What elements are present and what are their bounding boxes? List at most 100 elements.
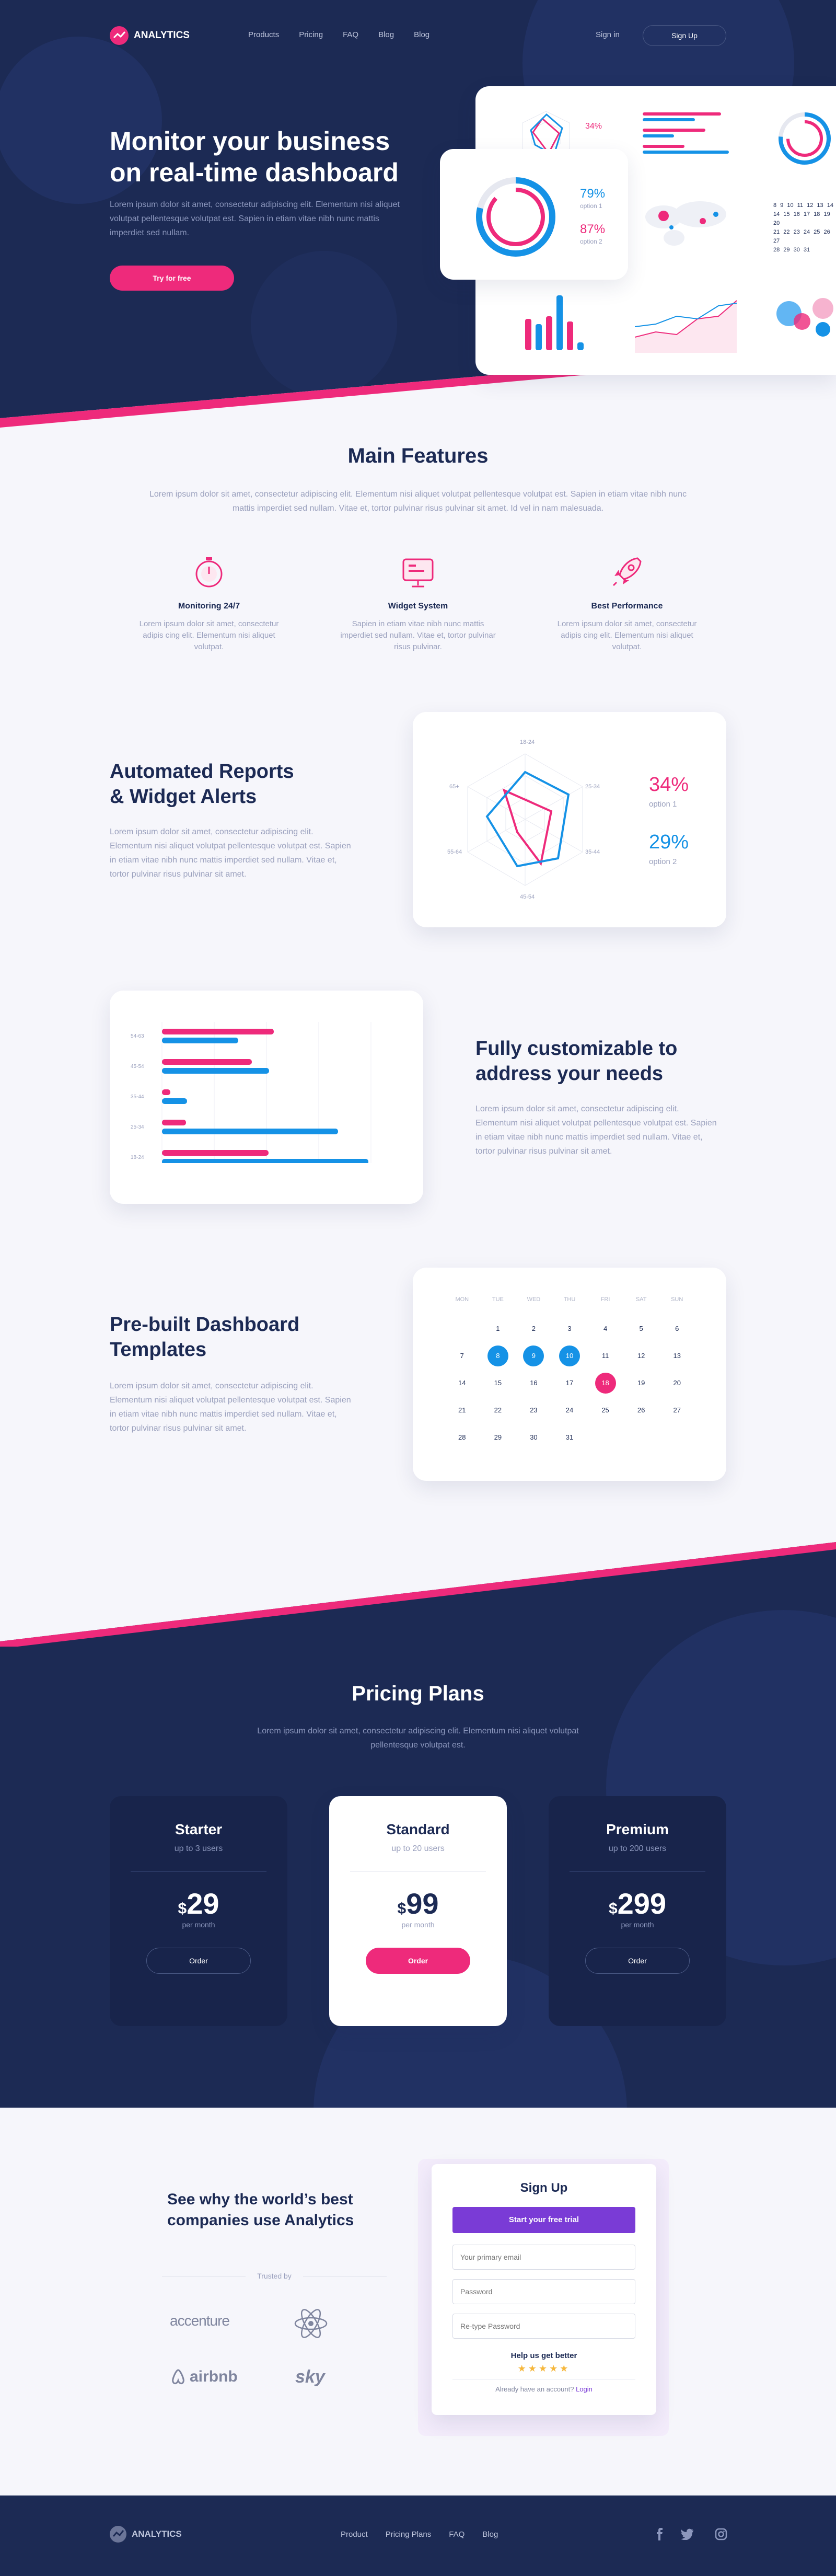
calendar-day-number: 4 [603, 1325, 608, 1332]
logo-icon [110, 26, 129, 45]
start-trial-button[interactable]: Start your free trial [452, 2207, 635, 2233]
footer-link-faq[interactable]: FAQ [449, 2530, 465, 2539]
footer: ANALYTICS Product Pricing Plans FAQ Blog [0, 2496, 836, 2576]
calendar-day[interactable]: 18 [587, 1373, 623, 1394]
password-field[interactable] [452, 2279, 635, 2304]
retype-password-field[interactable] [452, 2314, 635, 2339]
calendar-day[interactable]: 25 [587, 1400, 623, 1421]
radar-pct2: 29% [649, 831, 689, 853]
calendar-day[interactable]: 30 [516, 1427, 552, 1448]
nav-pricing[interactable]: Pricing [299, 30, 323, 39]
plan-period: per month [182, 1920, 215, 1929]
calendar-day-number: 15 [494, 1379, 502, 1387]
calendar-day-number: 17 [565, 1379, 574, 1387]
calendar-day[interactable]: 7 [444, 1346, 480, 1366]
calendar-day[interactable]: 12 [623, 1346, 659, 1366]
calendar-empty-cell [587, 1426, 623, 1450]
nav-faq[interactable]: FAQ [343, 30, 358, 39]
calendar-week-row: 7 8 9 10 11 12 13 [444, 1342, 695, 1370]
preview-donut-pct2: 87% [580, 222, 606, 236]
help-label: Help us get better [510, 2351, 577, 2360]
preview-donut-option1: option 1 [580, 202, 602, 210]
calendar-day[interactable]: 31 [552, 1427, 588, 1448]
preview-donut-card: 79% option 1 87% option 2 [440, 149, 628, 280]
footer-link-pricing[interactable]: Pricing Plans [386, 2530, 432, 2539]
signup-button[interactable]: Sign Up [643, 25, 726, 46]
nav-blog[interactable]: Blog [378, 30, 394, 39]
radar-chart-card: 18-24 25-34 35-44 45-54 55-64 65+ 34% op… [413, 712, 726, 927]
preview-line-chart [635, 300, 737, 353]
horizontal-bar-chart: 54-63 45-54 35-44 25-34 18-24 [131, 1022, 371, 1163]
calendar-day[interactable]: 16 [516, 1373, 552, 1394]
order-button[interactable]: Order [366, 1948, 470, 1974]
weekday-label: THU [563, 1296, 576, 1303]
calendar-day-number: 3 [567, 1325, 572, 1332]
signin-link[interactable]: Sign in [596, 30, 620, 40]
footer-logo[interactable]: ANALYTICS [110, 2526, 182, 2543]
calendar-day[interactable]: 29 [480, 1427, 516, 1448]
custom-title: Fully customizable to address your needs [475, 1036, 677, 1086]
social-title-line2: companies use Analytics [167, 2212, 354, 2229]
calendar-day-number: 5 [639, 1325, 643, 1332]
calendar-day[interactable]: 1 [480, 1318, 516, 1339]
calendar-day-number: 11 [601, 1352, 609, 1360]
calendar-day-number [595, 1426, 616, 1447]
calendar-day[interactable]: 15 [480, 1373, 516, 1394]
login-link[interactable]: Login [576, 2385, 593, 2393]
calendar-day[interactable]: 20 [659, 1373, 695, 1394]
reports-text: Lorem ipsum dolor sit amet, consectetur … [110, 827, 351, 879]
calendar-day[interactable]: 13 [659, 1346, 695, 1366]
calendar-day-number: 6 [675, 1325, 679, 1332]
footer-link-blog[interactable]: Blog [482, 2530, 498, 2539]
plan-amount: 299 [617, 1887, 667, 1920]
calendar-day[interactable]: 21 [444, 1400, 480, 1421]
calendar-day[interactable]: 14 [444, 1373, 480, 1394]
calendar-day[interactable]: 11 [587, 1346, 623, 1366]
calendar-day[interactable]: 10 [552, 1346, 588, 1366]
reports-title-line2: & Widget Alerts [110, 786, 257, 808]
email-field[interactable] [452, 2245, 635, 2270]
nav-products[interactable]: Products [248, 30, 279, 39]
signin-label[interactable]: Sign in [596, 30, 620, 39]
rating-stars[interactable]: ★★★★★ [432, 2363, 656, 2374]
order-button[interactable]: Order [585, 1948, 690, 1974]
calendar-day[interactable]: 19 [623, 1373, 659, 1394]
weekday-label: MON [455, 1296, 469, 1303]
weekday-label: WED [527, 1296, 541, 1303]
calendar-day[interactable]: 4 [587, 1318, 623, 1339]
calendar-day[interactable]: 22 [480, 1400, 516, 1421]
preview-world-map [645, 201, 726, 246]
try-free-button[interactable]: Try for free [110, 266, 234, 291]
weekday-label: FRI [600, 1296, 610, 1303]
order-button[interactable]: Order [146, 1948, 251, 1974]
calendar-day[interactable]: 8 [480, 1346, 516, 1366]
calendar-day-number [667, 1426, 688, 1447]
plan-currency: $ [608, 1900, 618, 1917]
calendar-day-number: 23 [530, 1406, 538, 1414]
logo[interactable]: ANALYTICS [110, 26, 190, 45]
calendar-day[interactable]: 28 [444, 1427, 480, 1448]
calendar-day[interactable]: 17 [552, 1373, 588, 1394]
calendar-weekdays: MON TUE WED THU FRI SAT SUN [444, 1296, 695, 1303]
footer-link-product[interactable]: Product [341, 2530, 368, 2539]
calendar-day[interactable]: 3 [552, 1318, 588, 1339]
calendar-day[interactable]: 5 [623, 1318, 659, 1339]
calendar-day[interactable]: 2 [516, 1318, 552, 1339]
calendar-day-number: 14 [458, 1379, 466, 1387]
calendar-day[interactable]: 9 [516, 1346, 552, 1366]
calendar-day-number: 20 [673, 1379, 681, 1387]
twitter-icon[interactable] [680, 2528, 694, 2540]
instagram-icon[interactable] [715, 2528, 727, 2540]
calendar-day[interactable]: 24 [552, 1400, 588, 1421]
calendar-day[interactable]: 23 [516, 1400, 552, 1421]
nav-blog-2[interactable]: Blog [414, 30, 429, 39]
preview-donut-pct1: 79% [580, 187, 606, 201]
weekday-label: SAT [635, 1296, 647, 1303]
facebook-icon[interactable] [655, 2528, 665, 2540]
calendar-day[interactable]: 27 [659, 1400, 695, 1421]
templates-text: Lorem ipsum dolor sit amet, consectetur … [110, 1382, 351, 1433]
calendar-day[interactable]: 6 [659, 1318, 695, 1339]
calendar-day[interactable]: 26 [623, 1400, 659, 1421]
feature-text: Lorem ipsum dolor sit amet, consectetur … [557, 619, 697, 651]
footer-nav: Product Pricing Plans FAQ Blog [341, 2530, 498, 2539]
